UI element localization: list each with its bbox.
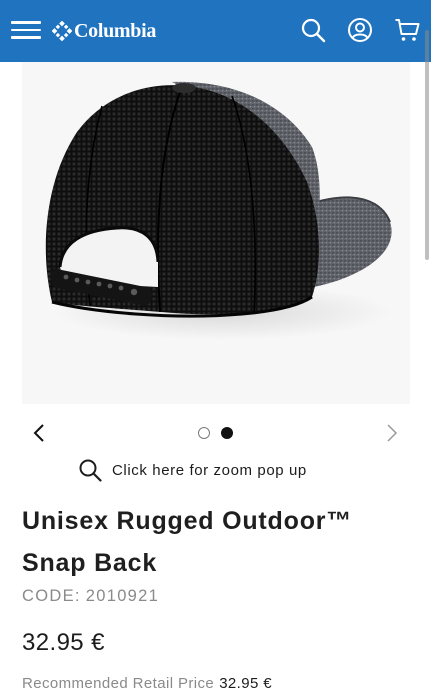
rrp-value: 32.95 € (219, 675, 273, 692)
product-price: 32.95 € (22, 629, 105, 656)
product-code: CODE: 2010921 (22, 587, 159, 606)
columbia-diamond-icon (52, 21, 72, 41)
rrp-label: Recommended Retail Price (22, 675, 215, 692)
carousel-dot-2-active[interactable] (221, 427, 233, 439)
chevron-left-icon[interactable] (30, 423, 50, 443)
carousel-dot-1[interactable] (198, 427, 210, 439)
chevron-right-icon[interactable] (381, 423, 401, 443)
product-title-line-1: Unisex Rugged Outdoor™ (22, 507, 353, 535)
brand-name: Columbia (74, 19, 157, 42)
search-icon[interactable] (300, 17, 326, 43)
page-scrollbar[interactable] (425, 30, 429, 260)
zoom-label: Click here for zoom pop up (112, 461, 307, 479)
product-image[interactable] (22, 62, 410, 404)
account-icon[interactable] (347, 17, 373, 43)
recommended-retail-price: Recommended Retail Price 32.95 € (22, 675, 272, 692)
product-title-line-2: Snap Back (22, 549, 158, 577)
site-header: Columbia (0, 0, 431, 62)
cart-icon[interactable] (394, 17, 420, 43)
zoom-popup-link[interactable]: Click here for zoom pop up (78, 456, 307, 484)
product-code-label: CODE: (22, 587, 81, 605)
magnifier-icon (79, 459, 102, 482)
brand-logo[interactable]: Columbia (52, 18, 156, 44)
menu-icon[interactable] (11, 21, 41, 39)
product-title: Unisex Rugged Outdoor™ Snap Back (22, 500, 417, 584)
product-code-value: 2010921 (85, 587, 160, 605)
cap-illustration (45, 81, 392, 340)
